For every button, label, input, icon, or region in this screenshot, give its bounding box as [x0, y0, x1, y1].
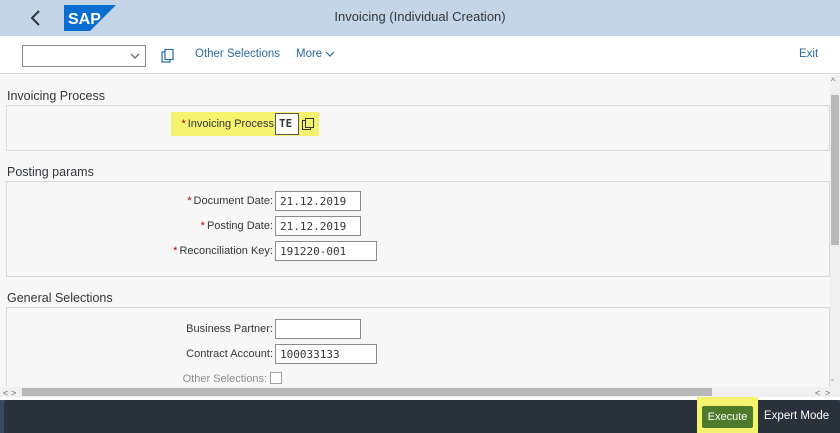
- contract-account-row: Contract Account:: [107, 344, 273, 364]
- other-selections-button[interactable]: Other Selections: [195, 48, 280, 60]
- variant-select[interactable]: [22, 45, 146, 67]
- section-title-general-selections: General Selections: [7, 291, 113, 305]
- business-partner-label: Business Partner:: [186, 323, 273, 335]
- invoicing-process-row: * Invoicing Process:: [171, 114, 277, 134]
- chevron-down-icon: [130, 53, 140, 59]
- more-button[interactable]: More: [296, 48, 335, 60]
- document-date-row: * Document Date:: [107, 191, 273, 211]
- business-partner-row: Business Partner:: [107, 319, 273, 339]
- toolbar: Other Selections More Exit: [0, 36, 840, 74]
- more-label: More: [296, 48, 323, 60]
- scroll-left-icon[interactable]: <: [815, 389, 820, 398]
- value-help-icon[interactable]: [301, 117, 315, 131]
- posting-date-input[interactable]: 21.12.2019: [275, 216, 361, 236]
- scroll-left-icon[interactable]: <: [3, 389, 8, 398]
- document-date-input[interactable]: 21.12.2019: [275, 191, 361, 211]
- contract-account-label: Contract Account:: [186, 348, 273, 360]
- exit-button[interactable]: Exit: [799, 48, 818, 60]
- vertical-scroll-thumb[interactable]: [831, 95, 839, 245]
- other-selections-row: Other Selections:: [107, 369, 267, 387]
- reconciliation-key-input[interactable]: 191220-001: [275, 241, 377, 261]
- scroll-right-icon[interactable]: >: [825, 389, 830, 398]
- chevron-down-icon: [325, 51, 335, 57]
- scroll-up-icon[interactable]: ^: [831, 77, 835, 86]
- invoicing-process-panel: * Invoicing Process: TE: [6, 105, 830, 151]
- execute-button[interactable]: Execute: [702, 406, 753, 428]
- page-title: Invoicing (Individual Creation): [334, 9, 506, 24]
- section-title-posting-params: Posting params: [7, 165, 94, 179]
- section-title-invoicing-process: Invoicing Process: [7, 89, 105, 103]
- posting-date-row: * Posting Date:: [107, 216, 273, 236]
- invoicing-process-label: * Invoicing Process:: [181, 118, 277, 130]
- copy-icon[interactable]: [160, 48, 176, 64]
- scroll-down-icon[interactable]: ˇ: [831, 379, 834, 388]
- reconciliation-key-row: * Reconciliation Key:: [107, 241, 273, 261]
- selection-screen: Invoicing Process * Invoicing Process: TE…: [0, 75, 830, 387]
- reconciliation-key-label: * Reconciliation Key:: [173, 245, 273, 257]
- posting-params-panel: * Document Date: 21.12.2019 * Posting Date…: [6, 181, 830, 277]
- other-selections-checkbox[interactable]: [270, 372, 282, 384]
- shell-bar: SAP Invoicing (Individual Creation): [0, 0, 840, 36]
- general-selections-panel: Business Partner: Contract Account: 1000…: [6, 307, 830, 387]
- posting-date-label: * Posting Date:: [200, 220, 273, 232]
- scroll-right-icon[interactable]: >: [11, 389, 16, 398]
- horizontal-scroll-thumb[interactable]: [22, 388, 712, 396]
- other-selections-label: Other Selections:: [182, 373, 267, 385]
- document-date-label: * Document Date:: [187, 195, 273, 207]
- invoicing-process-input[interactable]: TE: [275, 113, 299, 135]
- business-partner-input[interactable]: [275, 319, 361, 339]
- contract-account-input[interactable]: 100033133: [275, 344, 377, 364]
- expert-mode-button[interactable]: Expert Mode: [764, 410, 829, 422]
